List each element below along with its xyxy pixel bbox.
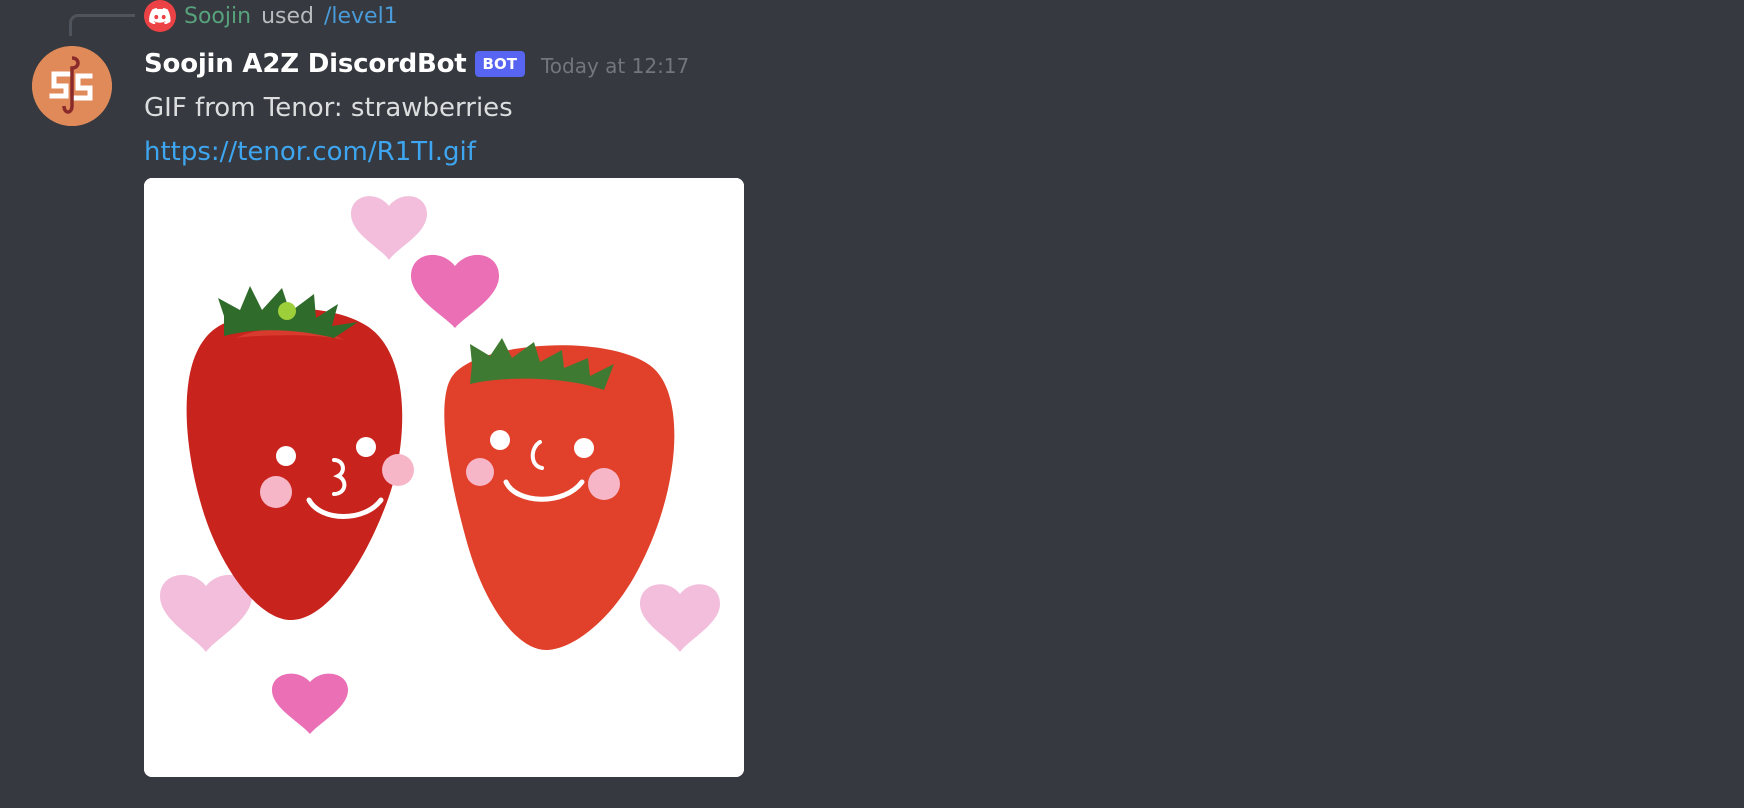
discord-logo-icon [144,0,176,32]
bot-avatar[interactable] [32,46,112,126]
reply-username[interactable]: Soojin [184,4,251,29]
gif-embed[interactable] [144,178,744,777]
reply-spine [69,14,135,36]
message-header: Soojin A2Z DiscordBot BOT Today at 12:17 [144,44,689,84]
message-timestamp[interactable]: Today at 12:17 [541,54,689,78]
soojin-logo-icon [32,46,112,126]
reply-command[interactable]: /level1 [324,4,398,29]
bot-badge: BOT [474,51,525,77]
strawberries-gif-image [144,178,744,777]
reply-used-text: used [261,3,314,29]
message-content: GIF from Tenor: strawberries [144,93,513,123]
gif-link[interactable]: https://tenor.com/R1TI.gif [144,132,476,172]
command-reply-line[interactable]: Soojin used /level1 [144,0,398,32]
discord-message-stage: Soojin used /level1 Soojin A2Z DiscordBo… [0,0,1744,808]
bot-username[interactable]: Soojin A2Z DiscordBot [144,49,467,79]
